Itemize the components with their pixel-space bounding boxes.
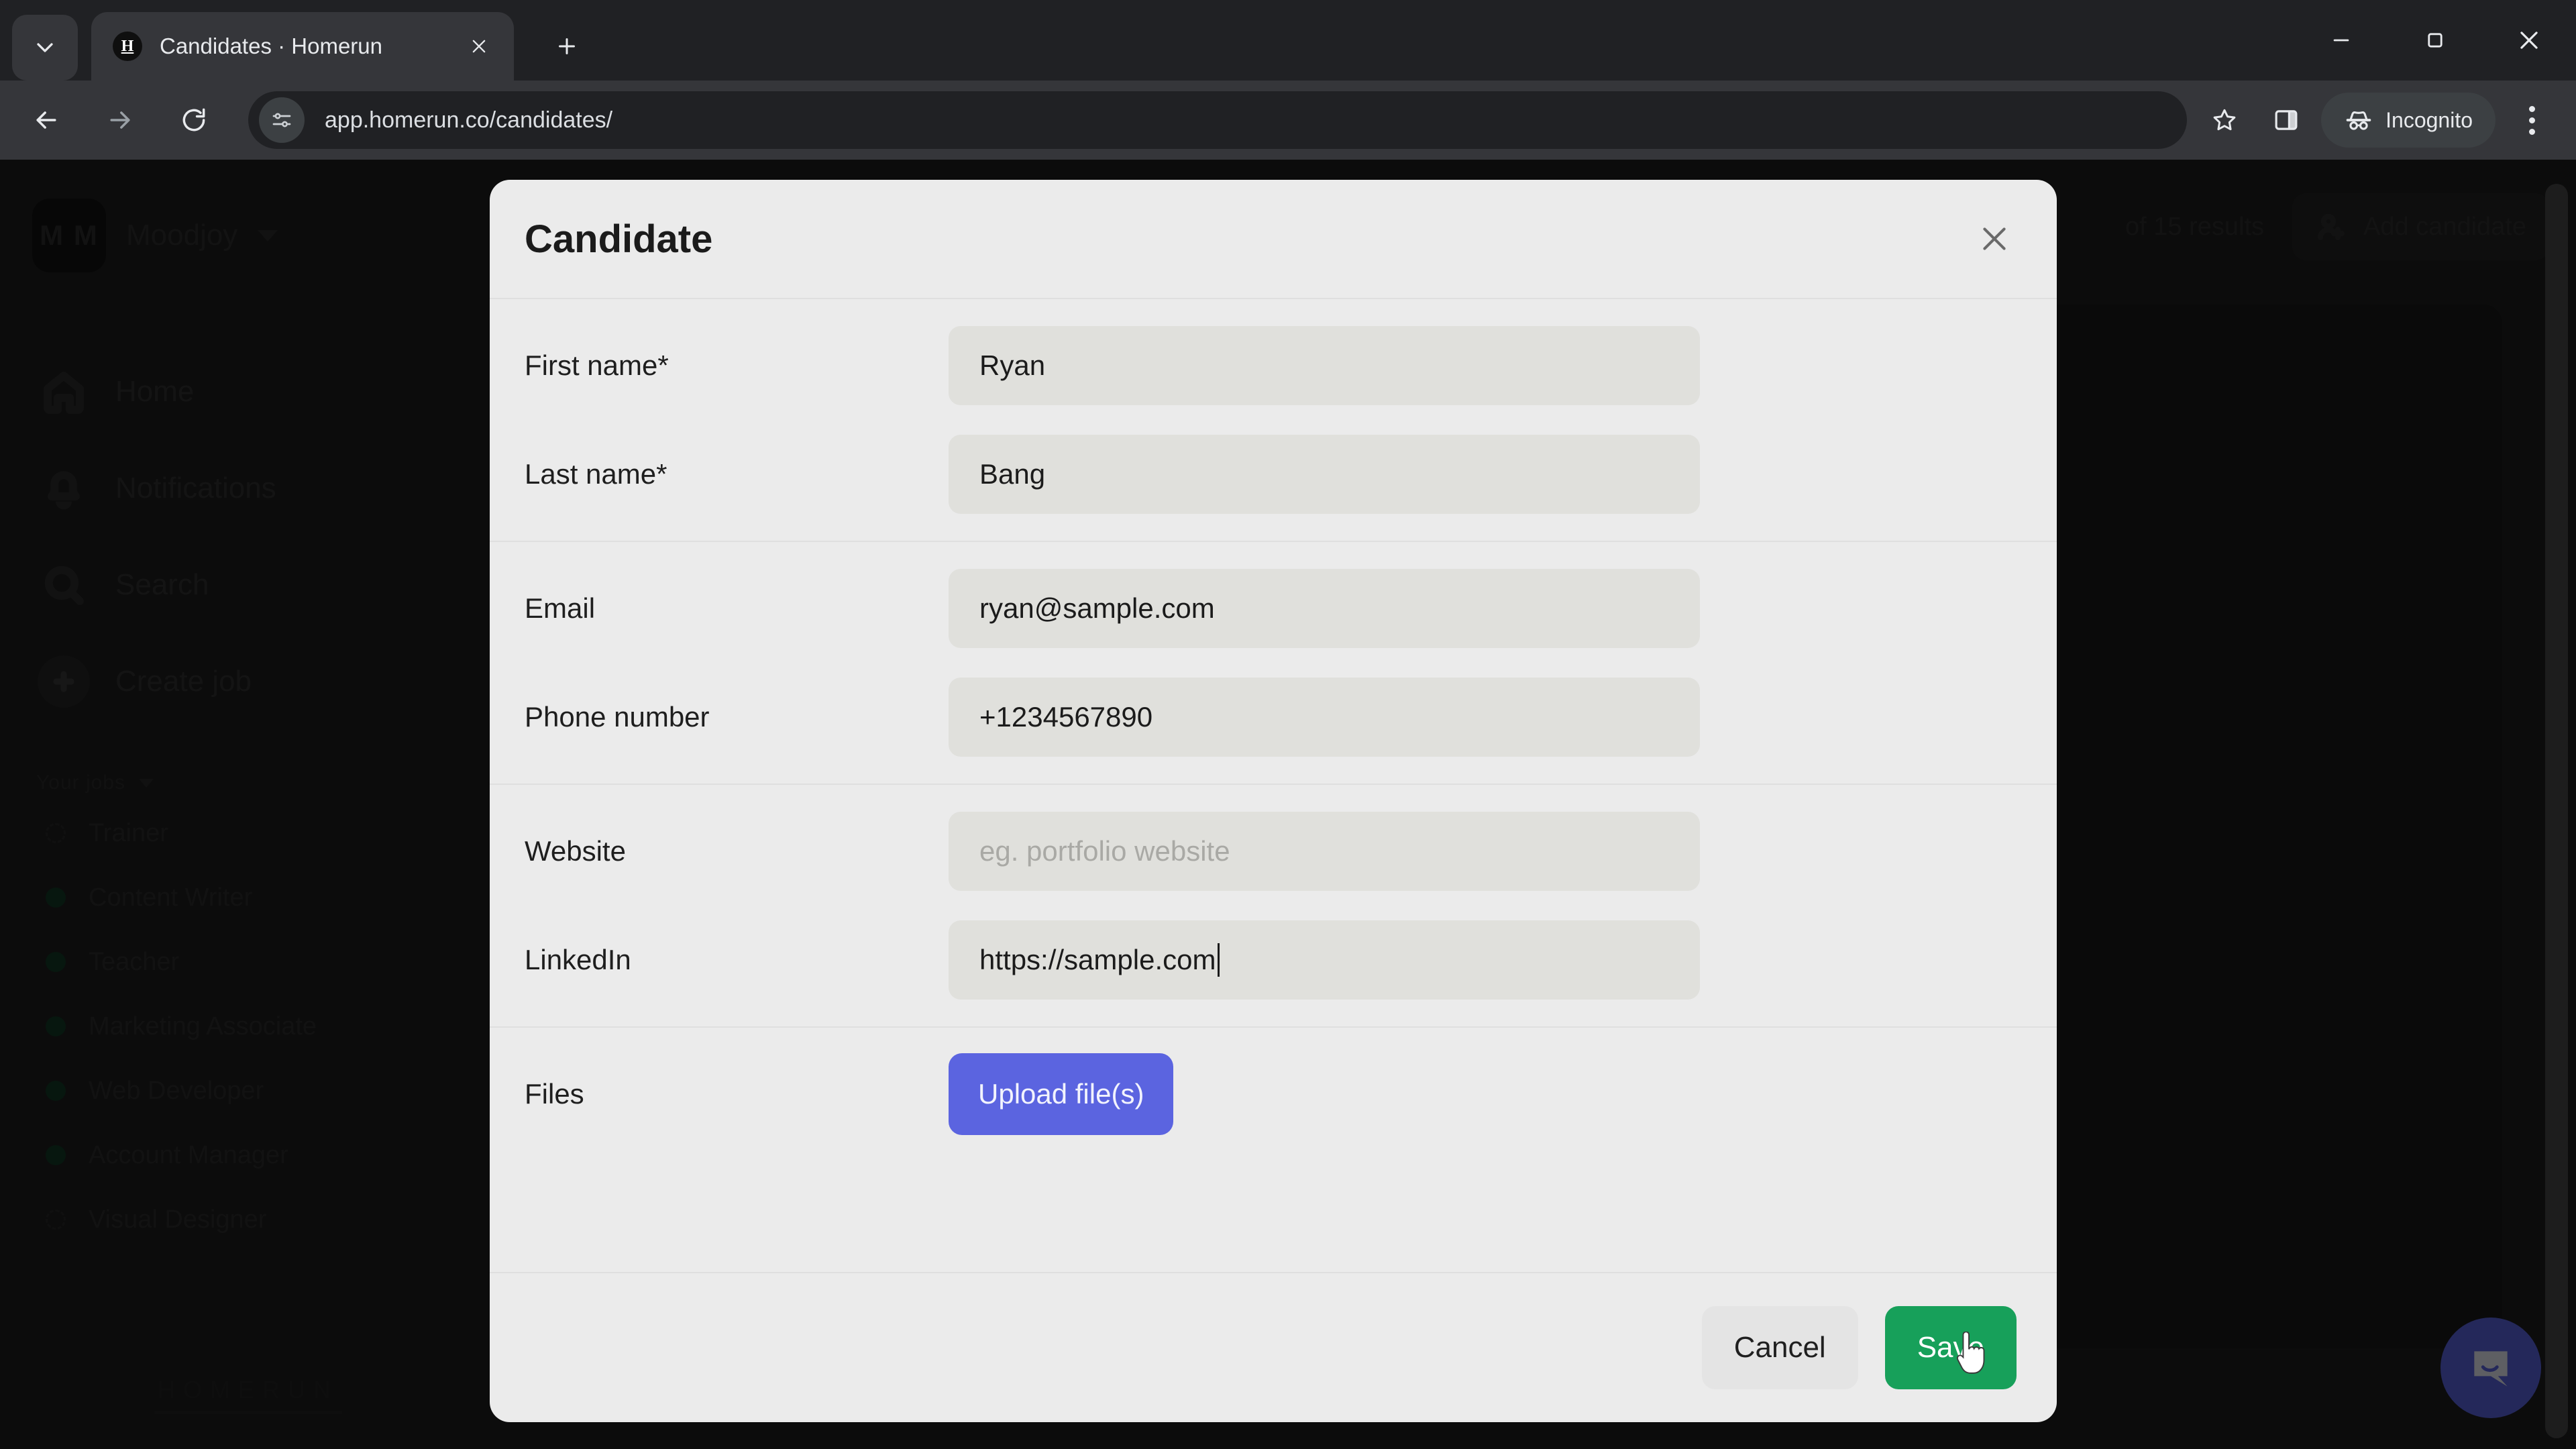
last-name-value: Bang (979, 458, 1046, 490)
close-icon (1983, 227, 2006, 250)
phone-label: Phone number (525, 701, 710, 733)
reload-button[interactable] (157, 83, 231, 157)
star-icon (2213, 109, 2236, 131)
kebab-dot (2528, 128, 2535, 135)
tab-close-button[interactable] (462, 29, 496, 64)
last-name-input[interactable]: Bang (949, 435, 1700, 514)
linkedin-value: https://sample.com (979, 944, 1216, 975)
tab-title: Candidates · Homerun (160, 34, 382, 58)
forward-button[interactable] (83, 83, 157, 157)
modal-footer: Cancel Save (490, 1272, 2057, 1422)
window-minimize-button[interactable] (2294, 0, 2388, 80)
text-cursor (1218, 943, 1220, 977)
links-field-group: Website eg. portfolio website LinkedIn h… (490, 784, 2057, 1026)
close-icon (2520, 32, 2538, 49)
website-row: Website eg. portfolio website (490, 797, 2057, 906)
window-maximize-button[interactable] (2388, 0, 2482, 80)
close-icon (472, 40, 486, 53)
minimize-icon (2333, 39, 2349, 42)
modal-close-button[interactable] (1966, 210, 2023, 268)
first-name-label: First name* (525, 350, 669, 381)
phone-input[interactable]: +1234567890 (949, 678, 1700, 757)
mouse-cursor (1956, 1332, 1985, 1374)
reload-icon (182, 108, 205, 131)
browser-tab[interactable]: H Candidates · Homerun (91, 12, 514, 80)
files-row: Files Upload file(s) (490, 1040, 2057, 1148)
first-name-input[interactable]: Ryan (949, 326, 1700, 405)
linkedin-label: LinkedIn (525, 944, 631, 975)
upload-files-button[interactable]: Upload file(s) (949, 1053, 1174, 1135)
incognito-indicator[interactable]: Incognito (2321, 93, 2496, 148)
linkedin-input[interactable]: https://sample.com (949, 920, 1700, 1000)
chevron-down-icon (37, 43, 53, 52)
email-row: Email ryan@sample.com (490, 554, 2057, 663)
phone-value: +1234567890 (979, 701, 1153, 733)
site-settings-button[interactable] (259, 97, 305, 143)
window-close-button[interactable] (2482, 0, 2576, 80)
linkedin-row: LinkedIn https://sample.com (490, 906, 2057, 1014)
arrow-right-icon (110, 111, 130, 129)
website-placeholder: eg. portfolio website (979, 835, 1230, 867)
first-name-row: First name* Ryan (490, 311, 2057, 420)
back-button[interactable] (9, 83, 83, 157)
kebab-dot (2528, 117, 2535, 123)
browser-menu-button[interactable] (2500, 88, 2564, 152)
cancel-button[interactable]: Cancel (1701, 1306, 1858, 1389)
modal-body: First name* Ryan Last name* Bang Email r… (490, 298, 2057, 1272)
incognito-label: Incognito (2385, 107, 2473, 132)
bookmark-button[interactable] (2194, 89, 2255, 151)
files-label: Files (525, 1078, 584, 1110)
plus-icon (559, 38, 575, 54)
last-name-row: Last name* Bang (490, 420, 2057, 529)
modal-header: Candidate (490, 180, 2057, 298)
browser-toolbar: app.homerun.co/candidates/ Incognito (0, 80, 2576, 160)
tab-search-button[interactable] (12, 15, 78, 80)
last-name-label: Last name* (525, 458, 667, 490)
homerun-favicon: H (113, 32, 142, 61)
arrow-left-icon (36, 111, 56, 129)
email-input[interactable]: ryan@sample.com (949, 569, 1700, 648)
address-bar-url: app.homerun.co/candidates/ (325, 107, 613, 133)
email-value: ryan@sample.com (979, 592, 1215, 624)
window-controls (2294, 0, 2576, 80)
kebab-dot (2528, 105, 2535, 112)
candidate-modal: Candidate First name* Ryan Last name* Ba… (490, 180, 2057, 1422)
favicon-letter: H (121, 37, 134, 55)
contact-field-group: Email ryan@sample.com Phone number +1234… (490, 541, 2057, 784)
first-name-value: Ryan (979, 350, 1046, 381)
new-tab-button[interactable] (543, 23, 590, 70)
website-input[interactable]: eg. portfolio website (949, 812, 1700, 891)
save-button[interactable]: Save (1884, 1306, 2017, 1389)
email-label: Email (525, 592, 596, 624)
tune-icon (272, 113, 291, 127)
incognito-icon (2346, 111, 2371, 130)
toolbar-actions: Incognito (2194, 88, 2576, 152)
maximize-icon (2428, 33, 2443, 48)
side-panel-icon (2275, 110, 2298, 130)
address-bar[interactable]: app.homerun.co/candidates/ (248, 91, 2188, 149)
tab-strip: H Candidates · Homerun (0, 0, 2576, 80)
phone-row: Phone number +1234567890 (490, 663, 2057, 771)
modal-title: Candidate (525, 217, 713, 261)
name-field-group: First name* Ryan Last name* Bang (490, 298, 2057, 541)
files-field-group: Files Upload file(s) (490, 1026, 2057, 1161)
side-panel-button[interactable] (2255, 89, 2317, 151)
browser-window: H Candidates · Homerun app.homerun.co/ca… (0, 0, 2576, 1449)
website-label: Website (525, 835, 626, 867)
